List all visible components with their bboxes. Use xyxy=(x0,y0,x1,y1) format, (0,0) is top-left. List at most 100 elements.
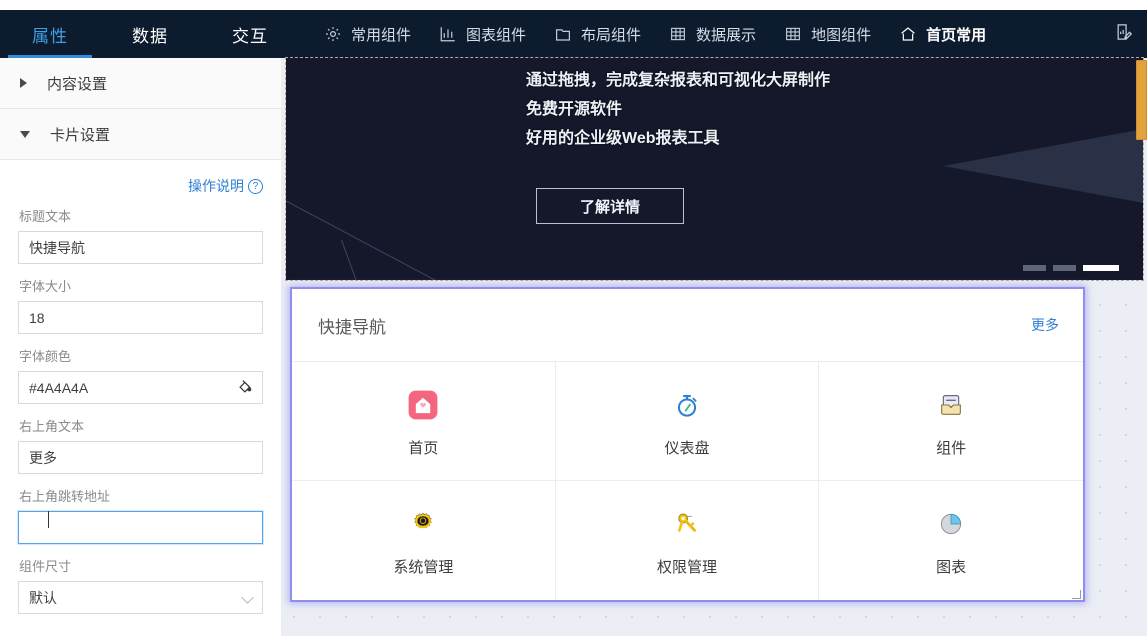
quick-navigation-title: 快捷导航 xyxy=(318,317,386,337)
font-size-field xyxy=(18,301,263,334)
learn-more-button[interactable]: 了解详情 xyxy=(536,188,684,224)
quick-nav-item-dashboard[interactable]: 仪表盘 xyxy=(555,362,820,481)
top-right-link-label: 右上角跳转地址 xyxy=(19,489,111,504)
top-right-text-label: 右上角文本 xyxy=(19,419,85,434)
app-root: 属性 数据 交互 常用组件 图表组件 布局组件 数据展示 地图组件 首页常用 内… xyxy=(0,0,1147,636)
top-right-text-input[interactable] xyxy=(18,441,263,474)
nav-item-common-components-label: 常用组件 xyxy=(351,26,412,44)
component-size-select[interactable]: 默认 xyxy=(18,581,263,614)
carousel-dot-1[interactable] xyxy=(1023,265,1046,271)
tab-data[interactable]: 数据 xyxy=(100,10,200,58)
card-resize-handle[interactable] xyxy=(1071,589,1081,599)
font-size-label: 字体大小 xyxy=(19,279,72,294)
component-size-value: 默认 xyxy=(29,589,57,606)
quick-nav-item-permission-management-label: 权限管理 xyxy=(656,559,717,576)
nav-item-common-components[interactable]: 常用组件 xyxy=(310,10,425,58)
chevron-down-icon xyxy=(241,591,254,604)
banner-line-2: 免费开源软件 xyxy=(526,101,623,118)
caret-down-icon xyxy=(20,130,30,138)
quick-nav-item-system-management[interactable]: 系统管理 xyxy=(292,481,556,600)
carousel-dot-3[interactable] xyxy=(1083,265,1119,271)
gear-icon xyxy=(324,25,342,43)
carousel-dot-2[interactable] xyxy=(1053,265,1076,271)
property-tab-group: 属性 数据 交互 xyxy=(0,10,300,58)
page-edit-icon xyxy=(1114,22,1134,47)
section-card-settings[interactable]: 卡片设置 xyxy=(0,108,281,160)
key-icon xyxy=(667,504,707,544)
title-text-field xyxy=(18,231,263,264)
vertical-scrollbar-thumb[interactable] xyxy=(1136,60,1147,140)
font-color-input[interactable] xyxy=(18,371,263,404)
banner-line-3: 好用的企业级Web报表工具 xyxy=(526,130,720,147)
quick-nav-item-chart-label: 图表 xyxy=(936,559,967,576)
design-canvas[interactable]: 通过拖拽，完成复杂报表和可视化大屏制作 免费开源软件 好用的企业级Web报表工具… xyxy=(281,57,1147,636)
quick-nav-item-home-label: 首页 xyxy=(408,439,439,457)
nav-item-chart-components-label: 图表组件 xyxy=(466,26,527,44)
nav-item-map-components[interactable]: 地图组件 xyxy=(770,10,885,58)
quick-nav-item-system-management-label: 系统管理 xyxy=(393,559,454,576)
gear-icon xyxy=(403,504,443,544)
carousel-indicators xyxy=(1023,265,1119,271)
grid-map-icon xyxy=(784,25,802,43)
quick-nav-item-components[interactable]: 组件 xyxy=(819,362,1083,481)
section-card-settings-label: 卡片设置 xyxy=(50,126,111,144)
help-row: 操作说明 ? xyxy=(18,170,263,206)
font-color-field xyxy=(18,371,263,404)
title-text-input[interactable] xyxy=(18,231,263,264)
nav-item-data-display[interactable]: 数据展示 xyxy=(655,10,770,58)
nav-item-layout-components-label: 布局组件 xyxy=(581,26,642,44)
nav-item-map-components-label: 地图组件 xyxy=(811,26,872,44)
layout-icon xyxy=(554,25,572,43)
quick-nav-item-dashboard-label: 仪表盘 xyxy=(664,439,710,457)
top-toolbar: 属性 数据 交互 常用组件 图表组件 布局组件 数据展示 地图组件 首页常用 xyxy=(0,10,1147,58)
tab-properties[interactable]: 属性 xyxy=(0,10,100,58)
title-text-label: 标题文本 xyxy=(19,209,72,224)
nav-item-home-common[interactable]: 首页常用 xyxy=(885,10,1000,58)
banner-line-1: 通过拖拽，完成复杂报表和可视化大屏制作 xyxy=(526,72,831,89)
banner-decoration-polygon xyxy=(943,118,1143,214)
font-color-label: 字体颜色 xyxy=(19,349,72,364)
section-content-settings-label: 内容设置 xyxy=(47,75,108,93)
nav-item-home-common-label: 首页常用 xyxy=(926,26,987,44)
banner-text-block: 通过拖拽，完成复杂报表和可视化大屏制作 免费开源软件 好用的企业级Web报表工具 xyxy=(526,66,830,153)
page-edit-button[interactable] xyxy=(1101,10,1147,58)
banner-decoration-line-2 xyxy=(341,185,533,280)
quick-navigation-grid: 首页 仪表盘 组件 系统管理 权限管理 图表 xyxy=(292,362,1083,600)
component-size-label: 组件尺寸 xyxy=(19,559,72,574)
tab-data-label: 数据 xyxy=(132,26,168,46)
quick-nav-item-components-label: 组件 xyxy=(936,439,967,457)
nav-item-chart-components[interactable]: 图表组件 xyxy=(425,10,540,58)
inbox-icon xyxy=(931,385,971,425)
pie-chart-icon xyxy=(931,504,971,544)
caret-right-icon xyxy=(20,78,27,88)
nav-item-layout-components[interactable]: 布局组件 xyxy=(540,10,655,58)
quick-navigation-card[interactable]: 快捷导航 更多 首页 仪表盘 组件 系统管理 权限管理 图表 xyxy=(290,287,1085,602)
home-icon xyxy=(899,25,917,43)
quick-nav-item-chart[interactable]: 图表 xyxy=(819,481,1083,600)
tab-interaction[interactable]: 交互 xyxy=(200,10,300,58)
quick-nav-item-permission-management[interactable]: 权限管理 xyxy=(556,481,820,600)
question-circle-icon[interactable]: ? xyxy=(248,178,263,194)
quick-navigation-more-link[interactable]: 更多 xyxy=(1031,315,1059,335)
table-icon xyxy=(669,25,687,43)
section-content-settings[interactable]: 内容设置 xyxy=(0,58,281,109)
top-right-link-input[interactable] xyxy=(18,511,263,544)
text-cursor xyxy=(48,511,49,528)
banner-widget[interactable]: 通过拖拽，完成复杂报表和可视化大屏制作 免费开源软件 好用的企业级Web报表工具… xyxy=(285,57,1144,281)
properties-panel: 内容设置 卡片设置 操作说明 ? 标题文本 字体大小 字体颜色 xyxy=(0,58,281,636)
component-nav: 常用组件 图表组件 布局组件 数据展示 地图组件 首页常用 xyxy=(300,10,1101,58)
bar-chart-icon xyxy=(439,25,457,43)
quick-nav-item-home[interactable]: 首页 xyxy=(292,362,556,481)
tab-properties-label: 属性 xyxy=(32,26,68,46)
font-size-input[interactable] xyxy=(18,301,263,334)
quick-navigation-header: 快捷导航 更多 xyxy=(292,289,1083,362)
top-right-text-field xyxy=(18,441,263,474)
tab-interaction-label: 交互 xyxy=(232,26,268,46)
learn-more-button-label: 了解详情 xyxy=(579,198,640,216)
nav-item-data-display-label: 数据展示 xyxy=(696,26,757,44)
component-size-field: 默认 xyxy=(18,581,263,614)
stopwatch-icon xyxy=(667,385,707,425)
card-settings-form: 操作说明 ? 标题文本 字体大小 字体颜色 xyxy=(0,160,281,636)
operation-instructions-link[interactable]: 操作说明 xyxy=(188,176,244,196)
color-fill-icon[interactable] xyxy=(236,378,254,396)
